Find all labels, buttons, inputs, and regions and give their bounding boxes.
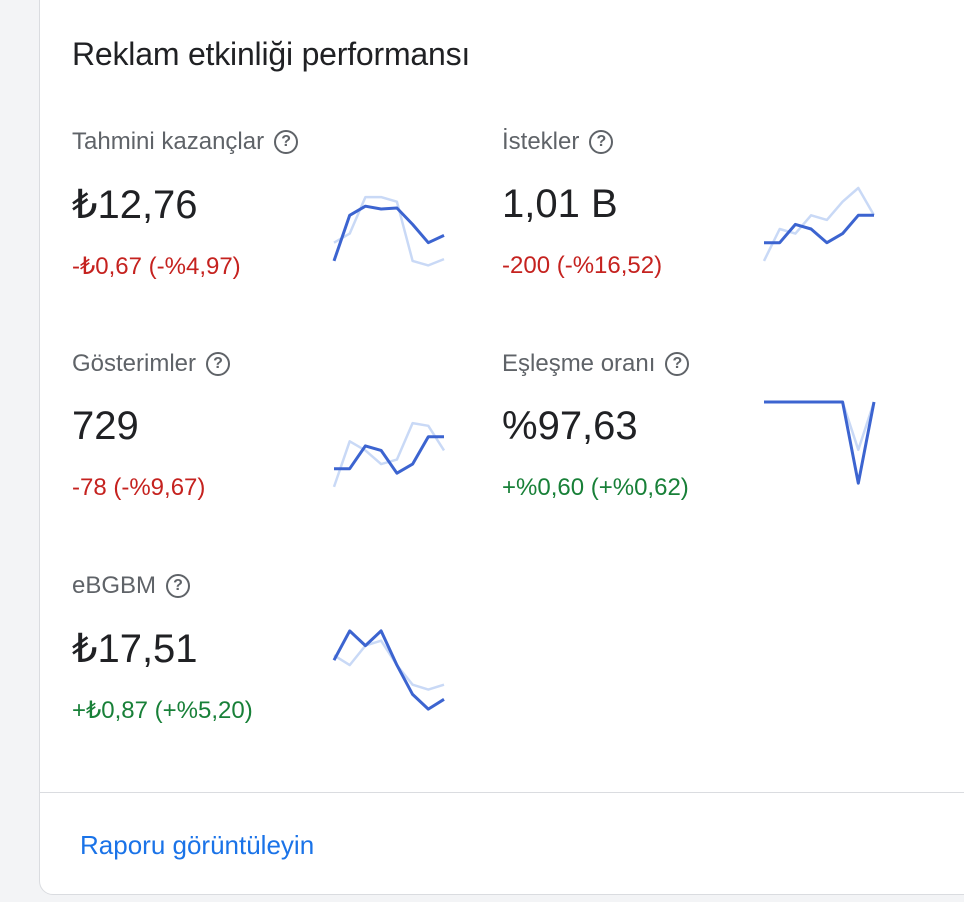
sparkline-chart	[764, 400, 876, 485]
view-report-link[interactable]: Raporu görüntüleyin	[80, 830, 314, 861]
sparkline-chart	[332, 195, 445, 267]
metric-change: +%0,60 (+%0,62)	[502, 474, 689, 501]
metric-value: ₺17,51	[72, 627, 198, 671]
help-circle-icon[interactable]: ?	[274, 130, 299, 154]
sparkline-current-period	[764, 400, 876, 485]
sparkline-chart	[762, 186, 876, 262]
metric-estimated-earnings: Tahmini kazançlar ? ₺12,76 -₺0,67 (-%4,9…	[72, 128, 462, 308]
help-circle-icon[interactable]: ?	[166, 574, 191, 598]
metric-value: ₺12,76	[72, 183, 198, 227]
metric-label: Tahmini kazançlar	[72, 128, 265, 155]
card-title: Reklam etkinliği performansı	[72, 36, 471, 72]
sparkline-previous-period	[764, 400, 876, 452]
metric-value: %97,63	[502, 404, 638, 448]
help-circle-icon[interactable]: ?	[665, 352, 690, 376]
sparkline-chart	[332, 421, 446, 488]
metric-change: -200 (-%16,52)	[502, 252, 663, 279]
metric-value: 729	[72, 404, 139, 448]
metric-change: -78 (-%9,67)	[72, 474, 206, 501]
metric-label: İstekler	[502, 128, 580, 155]
help-circle-icon[interactable]: ?	[206, 352, 231, 376]
metric-ecpm: eBGBM ? ₺17,51 +₺0,87 (+%5,20)	[72, 572, 462, 752]
metric-label: Gösterimler	[72, 350, 197, 377]
sparkline-previous-period	[762, 186, 876, 262]
metric-match-rate: Eşleşme oranı ? %97,63 +%0,60 (+%0,62)	[502, 350, 902, 530]
metric-label: Eşleşme oranı	[502, 350, 656, 377]
help-circle-icon[interactable]: ?	[589, 130, 614, 154]
divider	[40, 792, 964, 793]
metric-impressions: Gösterimler ? 729 -78 (-%9,67)	[72, 350, 462, 530]
metric-label: eBGBM	[72, 572, 157, 599]
sparkline-chart	[332, 629, 445, 711]
metric-value: 1,01 B	[502, 182, 618, 226]
metric-change: +₺0,87 (+%5,20)	[72, 697, 253, 724]
metric-change: -₺0,67 (-%4,97)	[72, 253, 241, 280]
sparkline-current-period	[332, 629, 445, 711]
metric-requests: İstekler ? 1,01 B -200 (-%16,52)	[502, 128, 902, 308]
sparkline-previous-period	[332, 421, 446, 488]
